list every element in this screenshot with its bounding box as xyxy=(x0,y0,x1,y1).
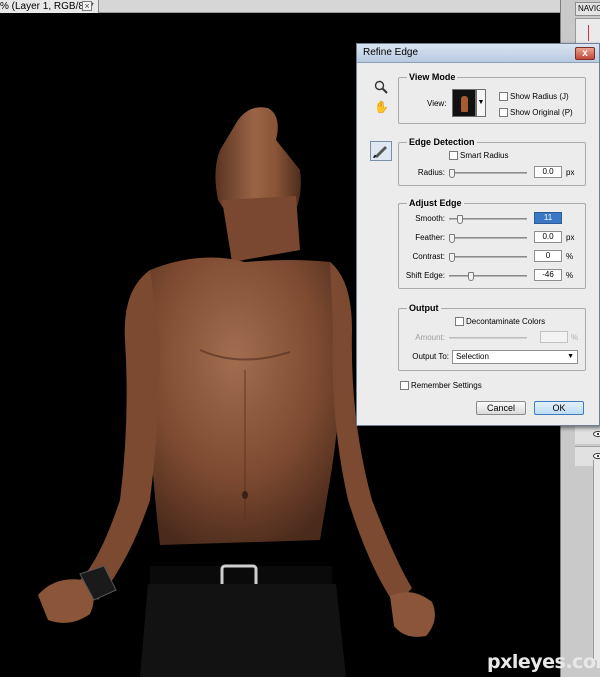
amount-input xyxy=(540,331,568,343)
belt xyxy=(150,566,332,586)
feather-unit: px xyxy=(566,233,575,242)
adjust-edge-title: Adjust Edge xyxy=(407,197,464,209)
layer-row[interactable] xyxy=(575,424,600,444)
amount-label: Amount: xyxy=(415,333,445,342)
view-mode-title: View Mode xyxy=(407,71,458,83)
output-to-label: Output To: xyxy=(412,352,449,361)
output-title: Output xyxy=(407,302,441,314)
dialog-title: Refine Edge xyxy=(363,47,419,58)
edge-detection-title: Edge Detection xyxy=(407,136,477,148)
shift-edge-slider[interactable] xyxy=(449,272,527,281)
smooth-slider-thumb[interactable] xyxy=(457,215,463,224)
jeans xyxy=(140,584,346,677)
smooth-slider[interactable] xyxy=(449,215,527,224)
document-tab-title: % (Layer 1, RGB/8) * xyxy=(0,1,94,12)
chevron-down-icon[interactable]: ▼ xyxy=(476,89,486,117)
smooth-label: Smooth: xyxy=(415,214,445,223)
edge-detection-group: Edge Detection xyxy=(398,136,586,186)
show-radius-checkbox[interactable] xyxy=(499,92,508,101)
hand-tool-icon[interactable]: ✋ xyxy=(374,100,389,114)
decontaminate-colors-label: Decontaminate Colors xyxy=(466,317,546,326)
watermark-text: pxleyes.com xyxy=(487,651,600,673)
visibility-eye-icon[interactable] xyxy=(593,453,600,459)
shift-edge-slider-thumb[interactable] xyxy=(468,272,474,281)
contrast-unit: % xyxy=(566,252,574,261)
view-mode-thumbnail[interactable] xyxy=(452,89,476,117)
radius-unit: px xyxy=(566,168,575,177)
contrast-slider-thumb[interactable] xyxy=(449,253,455,262)
contrast-slider[interactable] xyxy=(449,253,527,262)
remember-settings-checkbox[interactable] xyxy=(400,381,409,390)
left-arm xyxy=(80,270,160,600)
shift-edge-unit: % xyxy=(566,271,574,280)
tab-navigator[interactable]: NAVIG xyxy=(575,2,600,16)
feather-slider[interactable] xyxy=(449,234,527,243)
shift-edge-input[interactable]: -46 xyxy=(534,269,562,281)
left-fist xyxy=(38,579,94,623)
contrast-label: Contrast: xyxy=(412,252,445,261)
smooth-input[interactable]: 11 xyxy=(534,212,562,224)
cancel-button[interactable]: Cancel xyxy=(476,401,526,415)
right-fist xyxy=(390,592,435,637)
dialog-titlebar[interactable]: Refine Edge x xyxy=(357,44,599,63)
refine-edge-dialog: Refine Edge x ✋ View Mode View: ▼ Show R… xyxy=(356,43,600,426)
view-label: View: xyxy=(427,99,447,108)
radius-slider-thumb[interactable] xyxy=(449,169,455,178)
radius-input[interactable]: 0.0 xyxy=(534,166,562,178)
show-radius-label: Show Radius (J) xyxy=(510,92,569,101)
shift-edge-label: Shift Edge: xyxy=(405,271,445,280)
feather-slider-thumb[interactable] xyxy=(449,234,455,243)
feather-label: Feather: xyxy=(415,233,445,242)
close-icon[interactable]: x xyxy=(575,47,595,60)
refine-radius-brush-icon[interactable] xyxy=(370,141,392,161)
ok-button[interactable]: OK xyxy=(534,401,584,415)
zoom-tool-icon[interactable] xyxy=(374,80,388,94)
visibility-eye-icon[interactable] xyxy=(593,431,600,437)
feather-input[interactable]: 0.0 xyxy=(534,231,562,243)
amount-unit: % xyxy=(571,333,579,342)
document-tab-bar: % (Layer 1, RGB/8) * × xyxy=(0,0,560,13)
close-icon[interactable]: × xyxy=(82,1,92,11)
show-original-checkbox[interactable] xyxy=(499,108,508,117)
smart-radius-label: Smart Radius xyxy=(460,151,509,160)
neck xyxy=(222,196,300,262)
radius-slider[interactable] xyxy=(449,169,527,178)
panel-scrollbar[interactable] xyxy=(593,460,600,660)
smart-radius-checkbox[interactable] xyxy=(449,151,458,160)
remember-settings-label: Remember Settings xyxy=(411,381,482,390)
decontaminate-colors-checkbox[interactable] xyxy=(455,317,464,326)
output-to-value: Selection xyxy=(456,352,489,361)
radius-label: Radius: xyxy=(417,168,445,177)
show-original-label: Show Original (P) xyxy=(510,108,573,117)
chevron-down-icon: ▼ xyxy=(567,353,574,360)
output-to-select[interactable]: Selection ▼ xyxy=(452,350,578,364)
contrast-input[interactable]: 0 xyxy=(534,250,562,262)
amount-slider xyxy=(449,337,527,339)
